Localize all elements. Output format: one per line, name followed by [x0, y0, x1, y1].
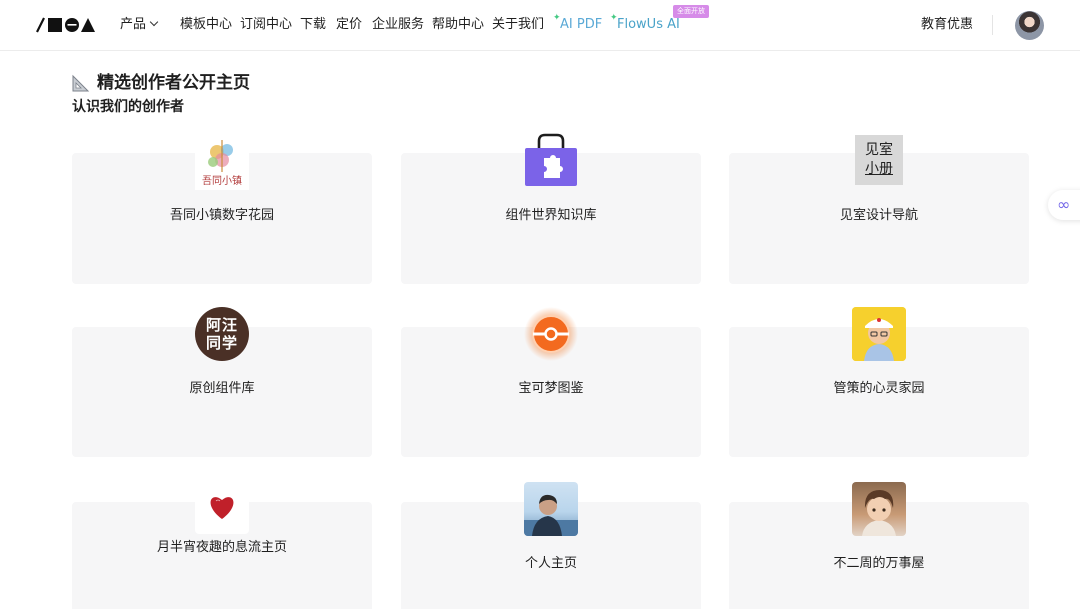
creator-card[interactable]: 吾同小镇 吾同小镇数字花园	[72, 136, 372, 284]
creator-name: 不二周的万事屋	[833, 556, 925, 571]
chevron-down-icon	[149, 17, 159, 27]
nav-divider	[992, 15, 993, 35]
page-title: 精选创作者公开主页	[72, 72, 250, 94]
nav-pricing[interactable]: 定价	[336, 16, 362, 34]
nav-education-discount[interactable]: 教育优惠	[921, 16, 973, 34]
user-avatar[interactable]	[1015, 11, 1044, 40]
nav-about[interactable]: 关于我们	[492, 16, 544, 34]
triangle-ruler-icon	[72, 74, 90, 92]
nav-product-menu[interactable]: 产品	[120, 16, 159, 34]
nav-ai-pdf[interactable]: AI PDF	[560, 16, 602, 34]
creator-card[interactable]: 宝可梦图鉴	[401, 307, 701, 457]
creator-card[interactable]: 个人主页	[401, 482, 701, 609]
creator-name: 见室设计导航	[839, 208, 918, 223]
creator-name: 个人主页	[524, 556, 577, 571]
creator-card[interactable]: 见室 小册 见室设计导航	[729, 135, 1029, 284]
guance-avatar-icon	[852, 307, 906, 361]
creator-card[interactable]: 管策的心灵家园	[729, 307, 1029, 457]
creator-card[interactable]: 组件世界知识库	[401, 133, 701, 284]
nav-download[interactable]: 下载	[300, 16, 326, 34]
nav-subscription[interactable]: 订阅中心	[240, 16, 292, 34]
anime-avatar-icon	[852, 482, 906, 536]
nav-enterprise[interactable]: 企业服务	[372, 16, 424, 34]
creator-card[interactable]: 月半宵夜趣的息流主页	[72, 480, 372, 609]
logo-text: 小册	[865, 161, 893, 177]
creator-name: 吾同小镇数字花园	[169, 208, 274, 223]
wutong-town-logo-icon: 吾同小镇	[195, 136, 249, 190]
nav-help[interactable]: 帮助中心	[432, 16, 484, 34]
heart-icon	[195, 480, 249, 534]
awang-logo-icon: 阿汪 同学	[195, 307, 249, 361]
top-navigation: 产品 模板中心 订阅中心 下载 定价 企业服务 帮助中心 关于我们 ✦ AI P…	[0, 0, 1080, 51]
creator-name: 原创组件库	[189, 381, 255, 396]
svg-text:吾同小镇: 吾同小镇	[202, 174, 242, 187]
nav-flowus-ai[interactable]: FlowUs AI	[617, 16, 680, 34]
flowus-ai-badge: 全面开放	[673, 5, 709, 18]
page-title-text: 精选创作者公开主页	[97, 73, 250, 93]
creator-card[interactable]: 不二周的万事屋	[729, 482, 1029, 609]
flowus-logo[interactable]	[36, 17, 96, 33]
page-subtitle: 认识我们的创作者	[72, 99, 184, 115]
logo-text: 同学	[205, 334, 238, 352]
floating-side-button[interactable]: ∞	[1048, 190, 1080, 220]
logo-text: 见室	[865, 142, 893, 158]
nav-templates[interactable]: 模板中心	[180, 16, 232, 34]
jianshi-logo-icon: 见室 小册	[855, 135, 903, 185]
person-avatar-icon	[524, 482, 578, 536]
nav-product-label: 产品	[120, 17, 147, 32]
pokeball-icon	[524, 307, 578, 361]
infinity-icon: ∞	[1057, 195, 1071, 214]
creator-name: 宝可梦图鉴	[518, 381, 584, 396]
creator-name: 组件世界知识库	[505, 208, 597, 223]
creator-name: 管策的心灵家园	[833, 381, 925, 396]
creator-name: 月半宵夜趣的息流主页	[156, 540, 287, 555]
logo-text: 阿汪	[205, 316, 238, 334]
creator-card[interactable]: 阿汪 同学 原创组件库	[72, 307, 372, 457]
puzzle-bag-icon	[524, 133, 578, 187]
